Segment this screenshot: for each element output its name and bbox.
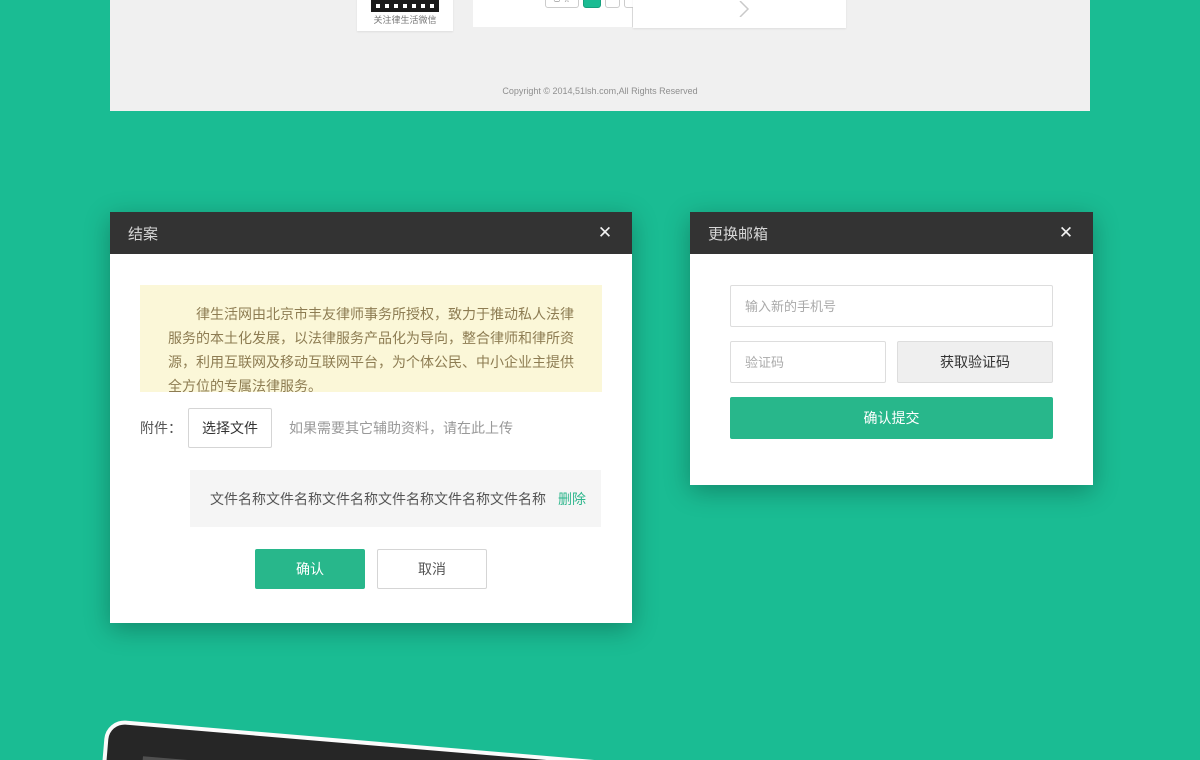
qr-caption: 关注律生活微信 [357, 13, 453, 26]
laptop-image [56, 719, 1033, 760]
close-case-modal: 结案 ✕ 律生活网由北京市丰友律师事务所授权，致力于推动私人法律服务的本土化发展… [110, 212, 632, 623]
close-icon[interactable]: ✕ [592, 212, 618, 254]
laptop-bezel [60, 723, 1028, 760]
change-email-modal: 更换邮箱 ✕ 获取验证码 确认提交 [690, 212, 1093, 485]
attachment-row: 附件： 选择文件 如果需要其它辅助资料，请在此上传 [140, 408, 602, 448]
print-star-buttons[interactable]: ⎙ ☆ [545, 0, 579, 8]
get-code-button[interactable]: 获取验证码 [897, 341, 1053, 383]
uploaded-file-name: 文件名称文件名称文件名称文件名称文件名称文件名称 [210, 489, 558, 509]
qr-code-image [371, 0, 439, 12]
uploaded-file-row: 文件名称文件名称文件名称文件名称文件名称文件名称 删除 [190, 470, 601, 527]
close-case-modal-body: 律生活网由北京市丰友律师事务所授权，致力于推动私人法律服务的本土化发展，以法律服… [110, 254, 632, 623]
attachment-label: 附件： [140, 418, 188, 438]
cancel-button[interactable]: 取消 [377, 549, 487, 589]
choose-file-button[interactable]: 选择文件 [188, 408, 272, 448]
star-icon: ☆ [563, 0, 570, 4]
modal-actions: 确认 取消 [140, 549, 602, 589]
share-toolbar-card: ⎙ ☆ [473, 0, 633, 27]
close-icon[interactable]: ✕ [1053, 212, 1079, 254]
verification-code-input[interactable] [730, 341, 886, 383]
change-email-modal-body: 获取验证码 确认提交 [690, 254, 1093, 485]
share-button-1[interactable] [605, 0, 620, 8]
new-phone-input[interactable] [730, 285, 1053, 327]
change-email-modal-title: 更换邮箱 [708, 223, 768, 244]
notice-box: 律生活网由北京市丰友律师事务所授权，致力于推动私人法律服务的本土化发展，以法律服… [140, 285, 602, 392]
wechat-qr-card: 关注律生活微信 [357, 0, 453, 31]
carousel-card [633, 0, 846, 28]
chevron-right-icon[interactable] [737, 1, 751, 22]
share-toolbar: ⎙ ☆ [545, 0, 639, 8]
delete-file-link[interactable]: 删除 [558, 489, 586, 509]
confirm-submit-button[interactable]: 确认提交 [730, 397, 1053, 439]
laptop-screen [98, 756, 990, 760]
upload-hint: 如果需要其它辅助资料，请在此上传 [289, 418, 513, 438]
printer-icon: ⎙ [554, 0, 560, 4]
confirm-button[interactable]: 确认 [255, 549, 365, 589]
verification-row: 获取验证码 [730, 341, 1053, 383]
copyright-text: Copyright © 2014,51lsh.com,All Rights Re… [110, 86, 1090, 96]
share-active-button[interactable] [583, 0, 601, 8]
change-email-modal-header: 更换邮箱 ✕ [690, 212, 1093, 254]
close-case-modal-title: 结案 [128, 223, 158, 244]
page-footer-section: 关注律生活微信 ⎙ ☆ Copyright © 2014,51lsh.com,A… [110, 0, 1090, 111]
close-case-modal-header: 结案 ✕ [110, 212, 632, 254]
